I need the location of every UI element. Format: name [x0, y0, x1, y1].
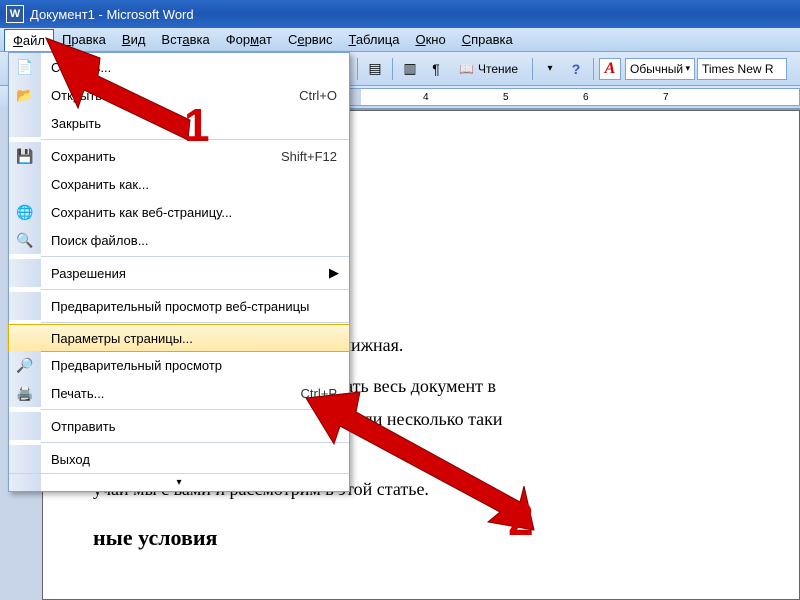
- menu-separator: [41, 409, 349, 410]
- save-web-icon: 🌐: [9, 198, 41, 226]
- toolbar-separator: [357, 58, 358, 80]
- menu-expand-button[interactable]: ▾: [9, 473, 349, 491]
- toolbar-separator: [593, 58, 594, 80]
- menu-shortcut: Ctrl+P: [301, 386, 349, 401]
- menu-format[interactable]: Формат: [218, 29, 280, 50]
- menu-item-label: Отправить: [41, 419, 329, 434]
- doc-heading: ные условия: [93, 520, 759, 555]
- window-title: Документ1 - Microsoft Word: [30, 7, 194, 22]
- blank-icon: [9, 412, 41, 440]
- menu-item-сохранить[interactable]: 💾СохранитьShift+F12: [9, 142, 349, 170]
- menu-view[interactable]: Вид: [114, 29, 154, 50]
- menu-separator: [41, 289, 349, 290]
- menu-item-label: Предварительный просмотр веб-страницы: [41, 299, 349, 314]
- menu-tools[interactable]: Сервис: [280, 29, 341, 50]
- submenu-arrow-icon: ▶: [329, 265, 349, 281]
- reading-label: Чтение: [478, 62, 518, 76]
- file-menu-dropdown: 📄Создать...📂Открыть...Ctrl+OЗакрыть💾Сохр…: [8, 52, 350, 492]
- menu-window[interactable]: Окно: [407, 29, 453, 50]
- menu-separator: [41, 256, 349, 257]
- menu-item-label: Выход: [41, 452, 349, 467]
- menu-item-сохранить-как-веб-страницу[interactable]: 🌐Сохранить как веб-страницу...: [9, 198, 349, 226]
- columns-icon[interactable]: ▤: [363, 57, 387, 81]
- menu-item-label: Поиск файлов...: [41, 233, 349, 248]
- menu-item-label: Параметры страницы...: [41, 331, 349, 346]
- submenu-arrow-icon: ▶: [329, 418, 349, 434]
- toolbar-separator: [532, 58, 533, 80]
- menu-item-предварительный-просмотр-веб-страницы[interactable]: Предварительный просмотр веб-страницы: [9, 292, 349, 320]
- menu-item-label: Открыть...: [41, 88, 299, 103]
- menu-item-сохранить-как[interactable]: Сохранить как...: [9, 170, 349, 198]
- menu-item-параметры-страницы[interactable]: Параметры страницы...: [8, 324, 350, 352]
- menu-help[interactable]: Справка: [454, 29, 521, 50]
- zoom-dropdown-icon[interactable]: ▾: [538, 57, 562, 81]
- annotation-number-2: 2: [508, 492, 534, 546]
- menu-item-поиск-файлов[interactable]: 🔍Поиск файлов...: [9, 226, 349, 254]
- style-selector[interactable]: Обычный ▾: [625, 58, 695, 80]
- new-icon: 📄: [9, 53, 41, 81]
- menu-separator: [41, 442, 349, 443]
- preview-icon: 🔎: [9, 351, 41, 379]
- menu-item-label: Разрешения: [41, 266, 329, 281]
- title-bar: W Документ1 - Microsoft Word: [0, 0, 800, 28]
- menu-file[interactable]: Файл: [4, 29, 54, 51]
- menu-table[interactable]: Таблица: [340, 29, 407, 50]
- menu-shortcut: Shift+F12: [281, 149, 349, 164]
- open-icon: 📂: [9, 81, 41, 109]
- menu-item-печать[interactable]: 🖨️Печать...Ctrl+P: [9, 379, 349, 407]
- blank-icon: [9, 109, 41, 137]
- reading-layout-button[interactable]: 📖 Чтение: [450, 57, 527, 81]
- menu-item-отправить[interactable]: Отправить▶: [9, 412, 349, 440]
- toolbar-separator: [392, 58, 393, 80]
- menu-insert[interactable]: Вставка: [153, 29, 217, 50]
- menu-item-label: Создать...: [41, 60, 349, 75]
- book-icon: 📖: [459, 62, 474, 76]
- menu-item-label: Сохранить: [41, 149, 281, 164]
- menu-shortcut: Ctrl+O: [299, 88, 349, 103]
- menu-item-label: Сохранить как...: [41, 177, 349, 192]
- blank-icon: [9, 325, 41, 351]
- menu-item-создать[interactable]: 📄Создать...: [9, 53, 349, 81]
- menu-item-label: Предварительный просмотр: [41, 358, 349, 373]
- menu-item-закрыть[interactable]: Закрыть: [9, 109, 349, 137]
- menu-item-label: Печать...: [41, 386, 301, 401]
- menu-edit[interactable]: Правка: [54, 29, 114, 50]
- menu-separator: [41, 322, 349, 323]
- paragraph-marks-icon[interactable]: ¶: [424, 57, 448, 81]
- print-icon: 🖨️: [9, 379, 41, 407]
- menu-item-предварительный-просмотр[interactable]: 🔎Предварительный просмотр: [9, 351, 349, 379]
- blank-icon: [9, 445, 41, 473]
- annotation-number-1: 1: [184, 98, 210, 152]
- font-selector[interactable]: Times New R: [697, 58, 787, 80]
- doc-map-icon[interactable]: ▥: [398, 57, 422, 81]
- chevron-down-icon: ▾: [685, 63, 690, 74]
- menu-item-разрешения[interactable]: Разрешения▶: [9, 259, 349, 287]
- search-file-icon: 🔍: [9, 226, 41, 254]
- help-icon[interactable]: ?: [564, 57, 588, 81]
- blank-icon: [9, 259, 41, 287]
- blank-icon: [9, 292, 41, 320]
- menu-item-открыть[interactable]: 📂Открыть...Ctrl+O: [9, 81, 349, 109]
- menu-bar: Файл Правка Вид Вставка Формат Сервис Та…: [0, 28, 800, 52]
- word-app-icon: W: [6, 5, 24, 23]
- menu-item-label: Сохранить как веб-страницу...: [41, 205, 349, 220]
- blank-icon: [9, 170, 41, 198]
- save-icon: 💾: [9, 142, 41, 170]
- font-style-icon[interactable]: A: [599, 58, 621, 80]
- menu-item-выход[interactable]: Выход: [9, 445, 349, 473]
